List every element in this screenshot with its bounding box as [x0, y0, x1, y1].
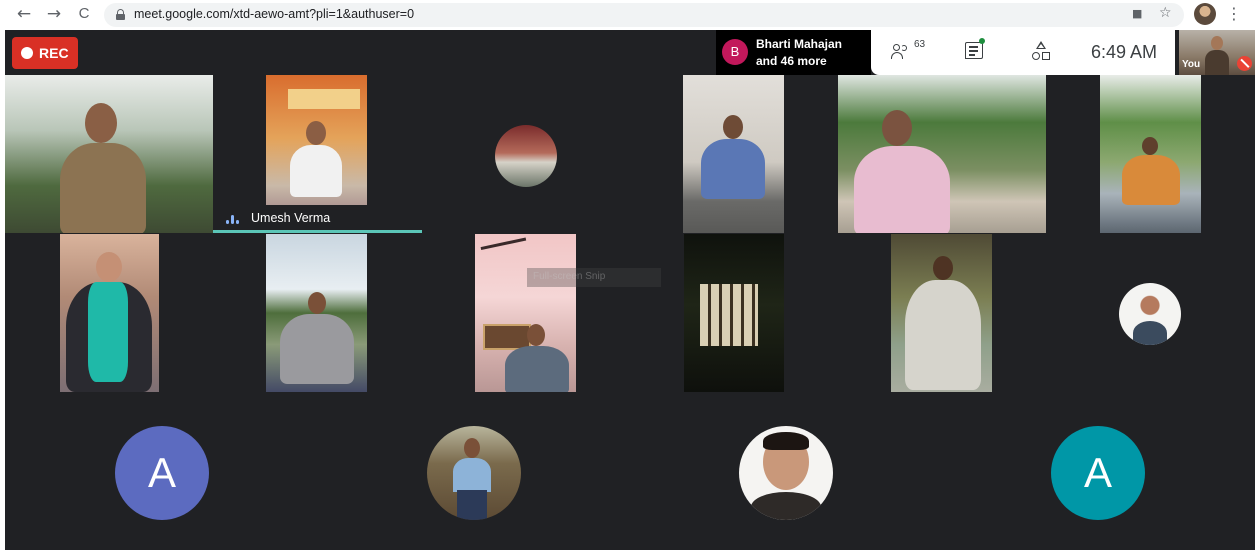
speaker-name: Umesh Verma	[251, 211, 331, 225]
address-bar[interactable]: meet.google.com/xtd-aewo-amt?pli=1&authu…	[104, 3, 1184, 27]
banner-decor	[288, 89, 360, 109]
back-icon[interactable]: ←	[14, 4, 34, 24]
menu-icon[interactable]: ⋮	[1226, 3, 1242, 25]
camera-icon[interactable]: ■	[1132, 7, 1142, 20]
chat-icon[interactable]	[965, 42, 983, 59]
participant-tile[interactable]	[60, 234, 159, 392]
self-view-tile[interactable]: You	[1179, 30, 1255, 75]
participant-tile[interactable]	[838, 75, 1046, 233]
profile-avatar[interactable]	[1194, 3, 1216, 25]
participant-tile[interactable]	[266, 234, 367, 392]
audio-level-icon	[226, 215, 240, 224]
ceiling-fan-decor	[480, 237, 532, 275]
lock-icon[interactable]	[116, 9, 125, 20]
letter-avatar[interactable]: A	[115, 426, 209, 520]
active-speaker-bar: Umesh Verma	[213, 205, 422, 233]
presence-notification[interactable]: B Bharti Mahajan and 46 more	[716, 30, 871, 75]
participant-tile[interactable]	[683, 75, 784, 233]
reload-icon[interactable]: C	[74, 4, 94, 24]
meeting-clock: 6:49 AM	[1091, 42, 1158, 62]
people-count: 63	[914, 39, 926, 50]
participant-tile[interactable]	[5, 75, 213, 233]
participant-tile[interactable]	[475, 234, 576, 392]
forward-icon[interactable]: →	[44, 4, 64, 24]
participant-tile[interactable]	[891, 234, 992, 392]
meeting-top-panel: 63 6:49 AM	[871, 30, 1175, 75]
record-icon	[21, 47, 33, 59]
recording-label: REC	[39, 45, 69, 61]
participant-avatar[interactable]	[1119, 283, 1181, 345]
participant-avatar[interactable]	[495, 125, 557, 187]
snip-overlay-label: Full-screen Snip	[527, 268, 661, 287]
presence-name: Bharti Mahajan	[756, 37, 843, 51]
people-icon[interactable]	[891, 42, 913, 62]
presence-more: and 46 more	[756, 54, 827, 68]
unread-dot	[979, 38, 985, 44]
participant-tile[interactable]	[684, 234, 784, 392]
star-icon[interactable]: ☆	[1159, 5, 1172, 21]
participant-avatar[interactable]	[427, 426, 521, 520]
presence-avatar: B	[722, 39, 748, 65]
letter-avatar[interactable]: A	[1051, 426, 1145, 520]
meeting-grid: Umesh Verma Full-screen Snip A A REC B B…	[5, 30, 1255, 550]
window-decor	[700, 284, 758, 346]
activities-icon[interactable]	[1031, 41, 1051, 61]
recording-badge[interactable]: REC	[12, 37, 78, 69]
self-video	[1205, 36, 1229, 75]
browser-toolbar: ← → C meet.google.com/xtd-aewo-amt?pli=1…	[0, 0, 1255, 30]
self-view-label: You	[1182, 59, 1201, 70]
speaking-indicator	[213, 230, 422, 233]
mic-off-icon	[1237, 56, 1252, 71]
url-text[interactable]: meet.google.com/xtd-aewo-amt?pli=1&authu…	[134, 7, 414, 21]
participant-tile[interactable]	[1100, 75, 1201, 233]
participant-avatar[interactable]	[739, 426, 833, 520]
